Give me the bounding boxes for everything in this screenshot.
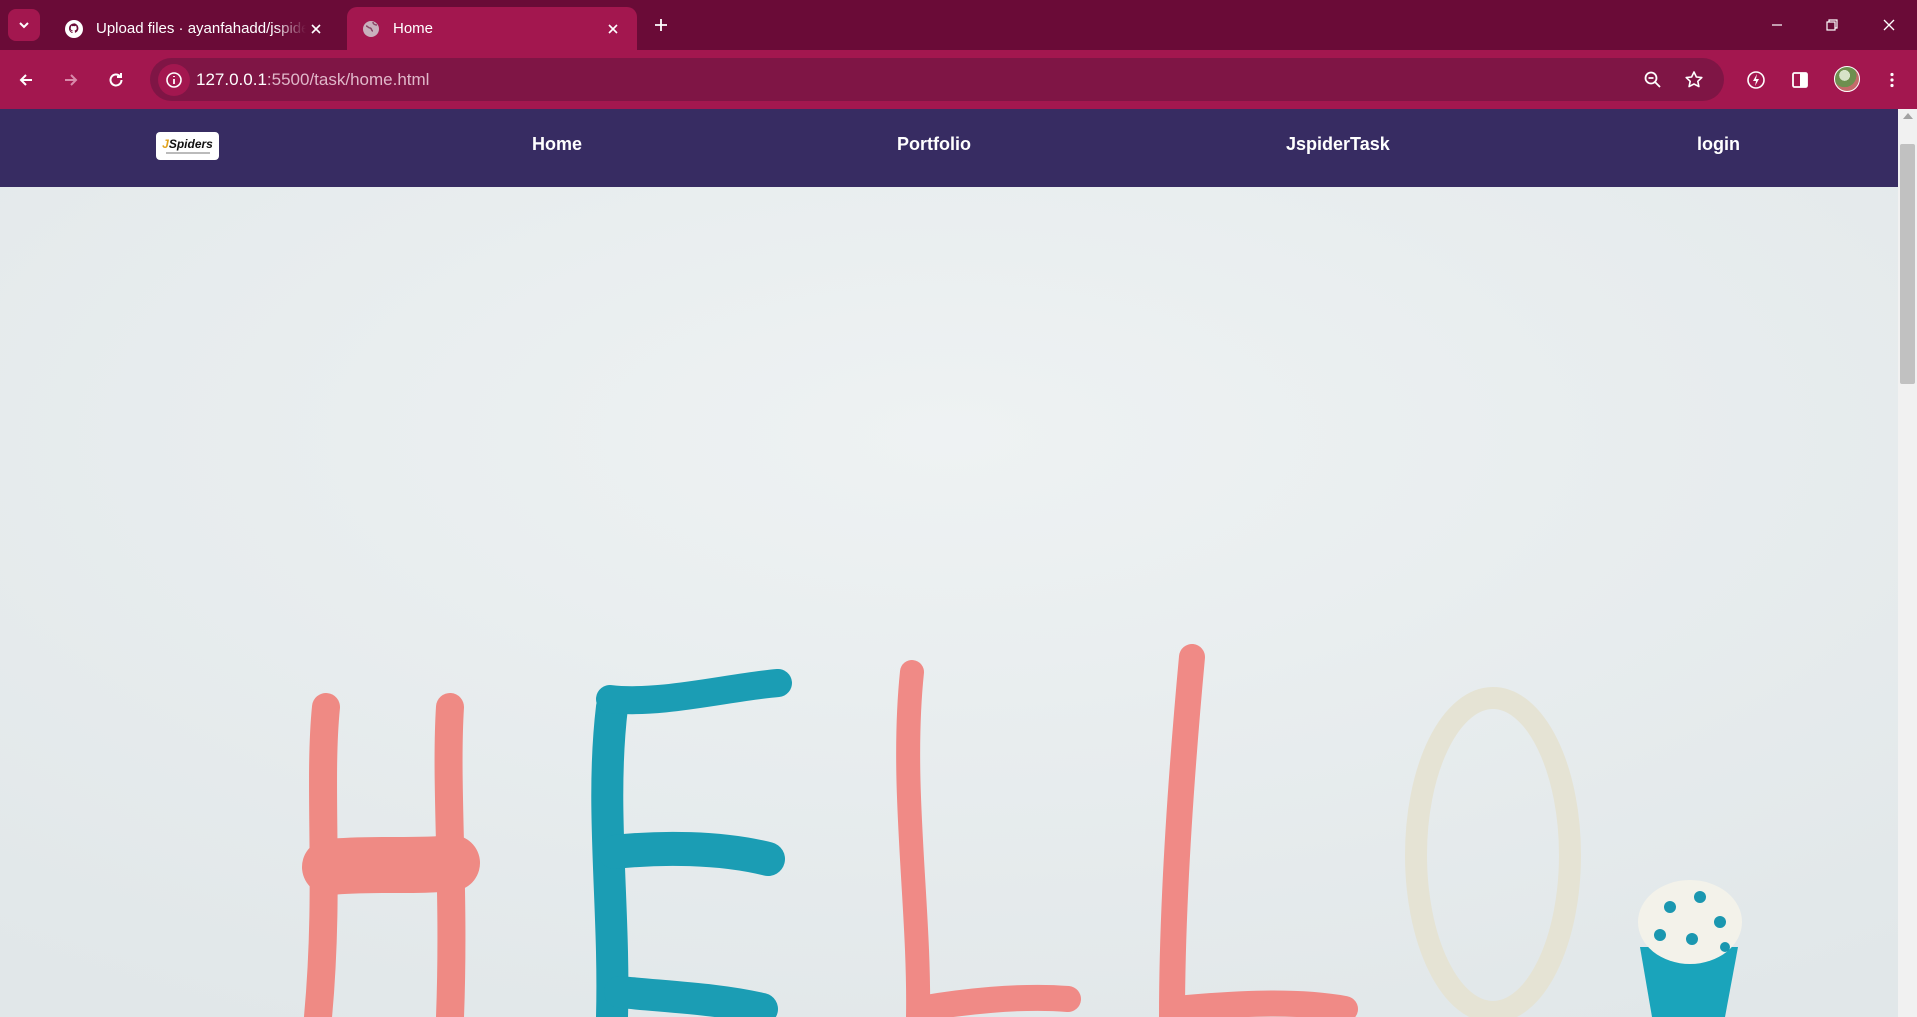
scrollbar-thumb[interactable] xyxy=(1900,144,1915,384)
nav-login[interactable]: login xyxy=(1697,134,1740,155)
logo-brand: JSpiders xyxy=(162,137,213,151)
minimize-button[interactable] xyxy=(1762,10,1792,40)
restore-icon xyxy=(1826,19,1838,31)
arrow-right-icon xyxy=(65,74,78,86)
menu-button[interactable] xyxy=(1876,64,1908,96)
star-icon xyxy=(1685,71,1703,88)
more-vert-icon xyxy=(1890,72,1894,88)
restore-button[interactable] xyxy=(1817,10,1847,40)
nav-jspidertask[interactable]: JspiderTask xyxy=(1286,134,1390,155)
profile-avatar[interactable] xyxy=(1834,66,1860,92)
minimize-icon xyxy=(1772,24,1782,26)
logo-tagline xyxy=(165,152,210,154)
globe-icon xyxy=(361,19,381,39)
arrow-left-icon xyxy=(19,74,32,86)
hero-image xyxy=(0,187,1898,1017)
clay-cupcake xyxy=(1638,880,1742,1017)
github-icon xyxy=(64,19,84,39)
jspiders-logo[interactable]: JSpiders xyxy=(156,132,219,160)
tab-title: Upload files · ayanfahadd/jspiders xyxy=(96,20,306,37)
scroll-up-icon[interactable] xyxy=(1903,113,1913,119)
site-info-button[interactable] xyxy=(158,64,190,96)
zoom-out-icon xyxy=(1644,71,1661,88)
url-path: :5500/task/home.html xyxy=(266,70,430,89)
browser-toolbar: 127.0.0.1:5500/task/home.html xyxy=(0,50,1917,109)
site-navbar: JSpiders Home Portfolio JspiderTask logi… xyxy=(0,109,1898,187)
tab-github[interactable]: Upload files · ayanfahadd/jspiders xyxy=(50,7,340,50)
chevron-down-icon xyxy=(19,22,29,29)
page-scrollbar[interactable] xyxy=(1898,109,1917,1017)
page-viewport: JSpiders Home Portfolio JspiderTask logi… xyxy=(0,109,1898,1017)
tab-title: Home xyxy=(393,20,434,37)
tab-search-button[interactable] xyxy=(8,9,40,41)
lightning-icon xyxy=(1747,71,1765,89)
back-button[interactable] xyxy=(10,64,42,96)
forward-button[interactable] xyxy=(55,64,87,96)
reload-icon xyxy=(109,73,123,87)
close-icon[interactable] xyxy=(603,19,623,39)
plus-icon xyxy=(655,19,667,31)
reload-button[interactable] xyxy=(100,64,132,96)
close-window-button[interactable] xyxy=(1874,10,1904,40)
nav-portfolio[interactable]: Portfolio xyxy=(897,134,971,155)
close-icon[interactable] xyxy=(306,19,326,39)
side-panel-button[interactable] xyxy=(1784,64,1816,96)
nav-home[interactable]: Home xyxy=(532,134,582,155)
close-icon xyxy=(1883,19,1895,31)
info-icon xyxy=(166,72,182,88)
side-panel-icon xyxy=(1792,72,1808,88)
url-host: 127.0.0.1 xyxy=(196,70,267,89)
address-bar[interactable]: 127.0.0.1:5500/task/home.html xyxy=(150,58,1724,101)
tab-strip: Upload files · ayanfahadd/jspiders Home xyxy=(0,0,1917,50)
zoom-button[interactable] xyxy=(1637,64,1669,96)
new-tab-button[interactable] xyxy=(648,12,674,38)
bookmark-button[interactable] xyxy=(1678,64,1710,96)
url-text[interactable]: 127.0.0.1:5500/task/home.html xyxy=(196,70,429,90)
extension-button[interactable] xyxy=(1740,64,1772,96)
tab-home[interactable]: Home xyxy=(347,7,637,50)
